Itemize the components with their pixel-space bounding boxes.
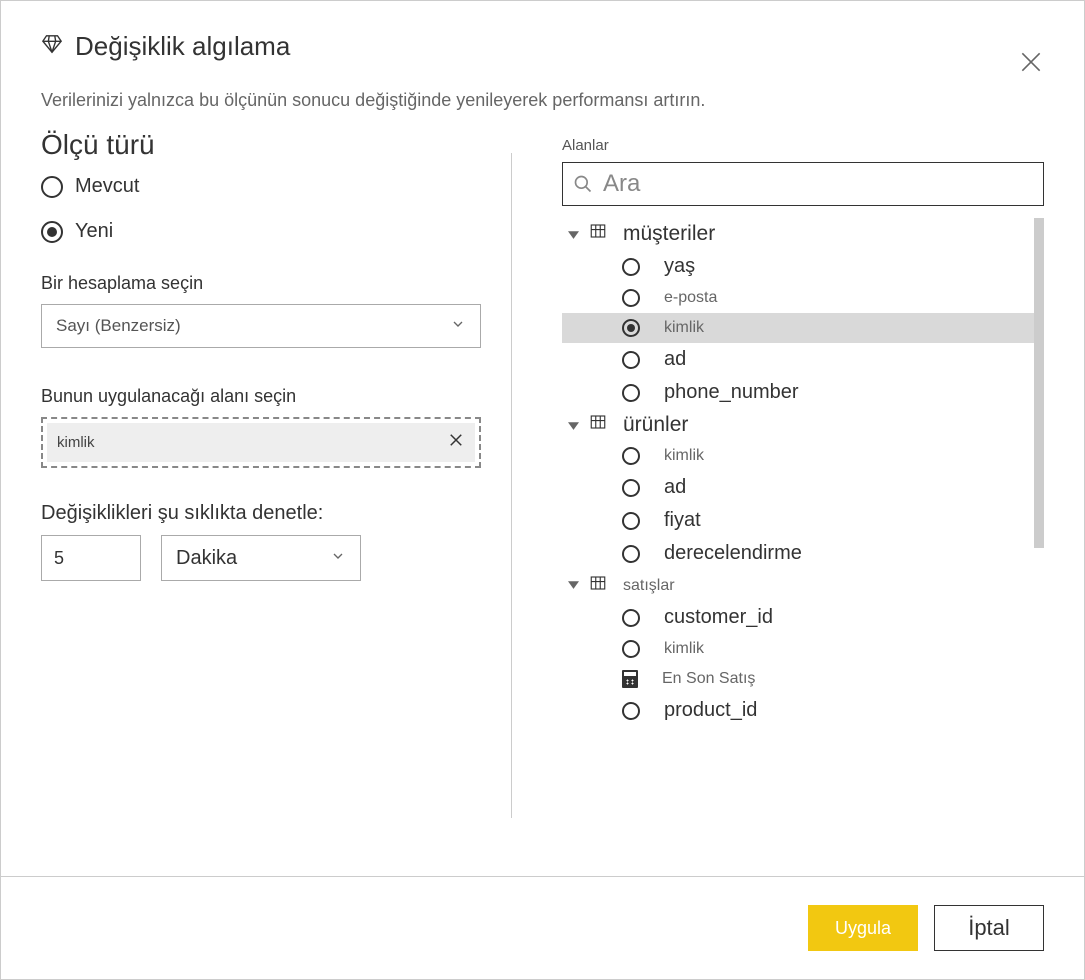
field-name: fiyat — [664, 509, 701, 532]
cancel-button[interactable]: İptal — [934, 905, 1044, 951]
close-button[interactable] — [1018, 49, 1044, 80]
calculator-icon — [622, 670, 638, 688]
field-row[interactable]: product_id — [562, 694, 1044, 727]
expand-icon — [568, 222, 579, 246]
radio-icon — [622, 351, 640, 369]
apply-field-value: kimlik — [57, 434, 95, 451]
expand-icon — [568, 577, 579, 595]
field-row[interactable]: En Son Satış — [562, 664, 1044, 694]
field-name: derecelendirme — [664, 542, 802, 565]
radio-icon — [41, 221, 63, 243]
measure-type-title: Ölçü türü — [41, 129, 481, 161]
field-row[interactable]: ad — [562, 471, 1044, 504]
field-row[interactable]: kimlik — [562, 313, 1034, 343]
table-row[interactable]: ürünler — [562, 409, 1044, 441]
radio-existing-label: Mevcut — [75, 175, 139, 198]
dialog-header: Değişiklik algılama — [1, 1, 1084, 62]
dialog-subtitle: Verilerinizi yalnızca bu ölçünün sonucu … — [1, 62, 1084, 111]
field-name: kimlik — [664, 447, 704, 465]
apply-field-dropzone[interactable]: kimlik — [41, 417, 481, 468]
field-row[interactable]: kimlik — [562, 441, 1044, 471]
field-row[interactable]: phone_number — [562, 376, 1044, 409]
field-name: En Son Satış — [662, 670, 755, 688]
radio-icon — [622, 609, 640, 627]
radio-icon — [622, 702, 640, 720]
radio-icon — [622, 447, 640, 465]
apply-button[interactable]: Uygula — [808, 905, 918, 951]
remove-field-button[interactable] — [447, 431, 465, 454]
field-name: yaş — [664, 255, 695, 278]
radio-new[interactable]: Yeni — [41, 220, 481, 243]
field-name: ad — [664, 348, 686, 371]
interval-unit-value: Dakika — [176, 547, 237, 570]
fields-label: Alanlar — [562, 137, 1044, 154]
interval-unit-select[interactable]: Dakika — [161, 535, 361, 581]
radio-icon — [622, 319, 640, 337]
radio-icon — [622, 512, 640, 530]
field-name: product_id — [664, 699, 757, 722]
search-icon — [573, 174, 593, 194]
radio-icon — [622, 289, 640, 307]
field-name: kimlik — [664, 640, 704, 658]
field-row[interactable]: fiyat — [562, 504, 1044, 537]
calculation-value: Sayı (Benzersiz) — [56, 316, 181, 336]
field-name: e-posta — [664, 289, 717, 307]
table-row[interactable]: satışlar — [562, 570, 1044, 601]
dialog-footer: Uygula İptal — [1, 876, 1084, 979]
radio-new-label: Yeni — [75, 220, 113, 243]
field-name: kimlik — [664, 319, 704, 337]
radio-existing[interactable]: Mevcut — [41, 175, 481, 198]
expand-icon — [568, 413, 579, 437]
interval-input[interactable] — [41, 535, 141, 581]
table-icon — [589, 413, 607, 437]
fields-tree: müşteriler yaş e-posta kimlik ad phone_number… — [562, 218, 1044, 778]
field-row[interactable]: yaş — [562, 250, 1044, 283]
left-pane: Ölçü türü Mevcut Yeni Bir hesaplama seçi… — [41, 129, 511, 876]
table-name: müşteriler — [623, 222, 715, 246]
dialog-title: Değişiklik algılama — [75, 31, 290, 62]
search-placeholder: Ara — [603, 170, 640, 198]
diamond-icon — [41, 33, 63, 60]
field-row[interactable]: customer_id — [562, 601, 1044, 634]
radio-icon — [622, 640, 640, 658]
table-name: satışlar — [623, 577, 675, 595]
field-row[interactable]: kimlik — [562, 634, 1044, 664]
radio-icon — [622, 479, 640, 497]
chevron-down-icon — [450, 316, 466, 337]
calculation-label: Bir hesaplama seçin — [41, 273, 481, 294]
field-row[interactable]: e-posta — [562, 283, 1044, 313]
field-row[interactable]: derecelendirme — [562, 537, 1044, 570]
table-icon — [589, 222, 607, 246]
apply-field-label: Bunun uygulanacağı alanı seçin — [41, 386, 481, 407]
table-row[interactable]: müşteriler — [562, 218, 1044, 250]
field-name: ad — [664, 476, 686, 499]
radio-icon — [41, 176, 63, 198]
radio-icon — [622, 384, 640, 402]
calculation-select[interactable]: Sayı (Benzersiz) — [41, 304, 481, 348]
table-name: ürünler — [623, 413, 688, 437]
scrollbar[interactable] — [1034, 218, 1044, 548]
field-name: customer_id — [664, 606, 773, 629]
fields-pane: Alanlar Ara müşteriler yaş e-posta kimlik ad… — [512, 129, 1044, 876]
radio-icon — [622, 545, 640, 563]
apply-field-chip: kimlik — [47, 423, 475, 462]
change-detection-dialog: Değişiklik algılama Verilerinizi yalnızc… — [0, 0, 1085, 980]
field-name: phone_number — [664, 381, 799, 404]
field-row[interactable]: ad — [562, 343, 1044, 376]
interval-label: Değişiklikleri şu sıklıkta denetle: — [41, 502, 481, 525]
radio-icon — [622, 258, 640, 276]
chevron-down-icon — [330, 547, 346, 570]
table-icon — [589, 574, 607, 597]
search-input[interactable]: Ara — [562, 162, 1044, 206]
